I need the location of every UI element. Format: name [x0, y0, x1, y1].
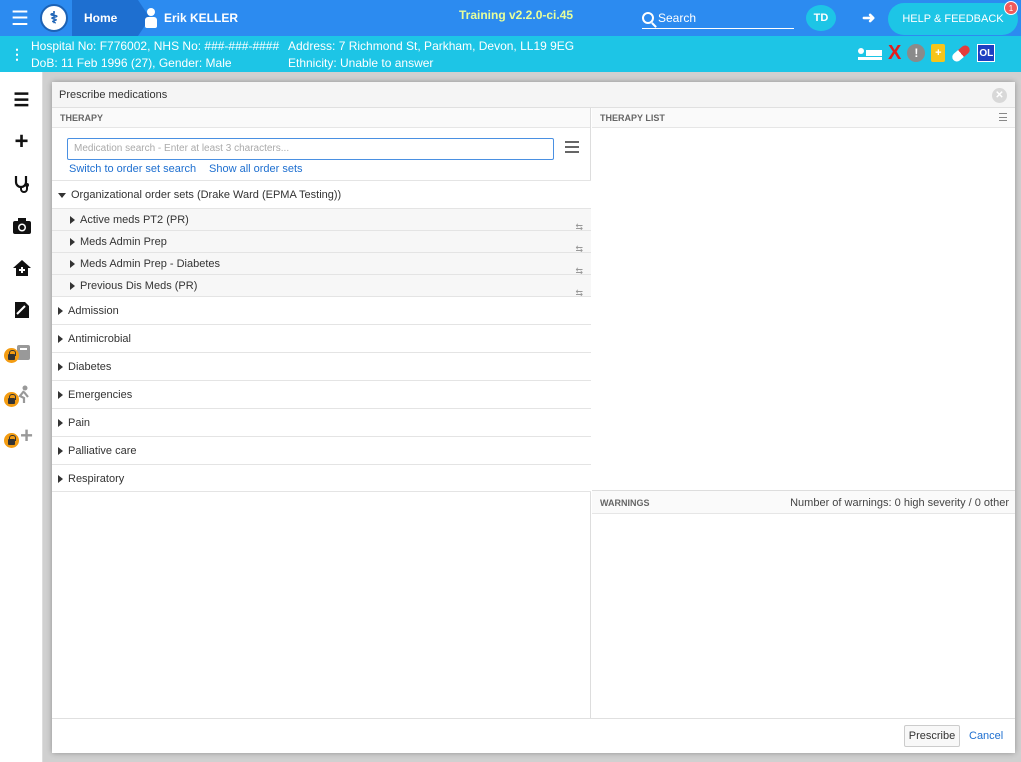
logout-icon[interactable]: ➜ — [862, 8, 875, 28]
help-notification-badge: 1 — [1004, 1, 1018, 15]
bed-icon[interactable] — [858, 46, 882, 60]
caret-right-icon — [70, 260, 75, 269]
alert-icon[interactable]: ! — [907, 44, 926, 62]
warnings-header: WARNINGS Number of warnings: 0 high seve… — [592, 490, 1015, 514]
date-of-birth: DoB: 11 Feb 1996 (27), Gender: Male — [31, 56, 232, 70]
caret-right-icon — [58, 391, 63, 400]
hospital-number: Hospital No: F776002, NHS No: ###-###-##… — [31, 39, 280, 53]
hamburger-menu-icon[interactable]: ☰ — [0, 0, 40, 36]
medication-search-input[interactable]: Medication search - Enter at least 3 cha… — [67, 138, 554, 160]
show-all-order-sets-link[interactable]: Show all order sets — [209, 163, 303, 175]
order-set-label: Meds Admin Prep - Diabetes — [80, 258, 221, 270]
breadcrumb-home[interactable]: Home — [72, 0, 150, 36]
org-order-sets-group[interactable]: Organizational order sets (Drake Ward (E… — [52, 180, 591, 208]
close-icon[interactable]: ✕ — [992, 88, 1007, 103]
ol-badge[interactable]: OL — [977, 44, 996, 62]
stethoscope-icon[interactable] — [0, 164, 43, 204]
sign-document-icon[interactable] — [0, 290, 43, 330]
group-label: Admission — [68, 305, 119, 317]
order-set-tree: Organizational order sets (Drake Ward (E… — [52, 180, 591, 492]
caret-right-icon — [58, 363, 63, 372]
list-icon[interactable]: ☰ — [0, 80, 43, 120]
order-set-label: Active meds PT2 (PR) — [80, 214, 189, 226]
cancel-button[interactable]: Cancel — [969, 730, 1003, 742]
dialog-title: Prescribe medications — [52, 82, 1015, 108]
group-label: Diabetes — [68, 361, 112, 373]
caret-right-icon — [58, 307, 63, 316]
locked-clipboard-icon[interactable] — [0, 332, 43, 372]
lock-icon — [4, 348, 19, 363]
patient-ethnicity: Ethnicity: Unable to answer — [288, 56, 434, 70]
camera-icon[interactable] — [0, 206, 43, 246]
lock-icon — [4, 433, 19, 448]
user-avatar[interactable]: TD — [806, 5, 836, 31]
dialog-footer: Prescribe Cancel — [52, 718, 1015, 753]
patient-address: Address: 7 Richmond St, Parkham, Devon, … — [288, 39, 575, 53]
order-set-item[interactable]: Meds Admin Prep ⇆ — [52, 230, 591, 254]
home-icon[interactable] — [0, 248, 43, 288]
order-set-item[interactable]: Meds Admin Prep - Diabetes ⇆ — [52, 252, 591, 276]
order-set-label: Meds Admin Prep — [80, 236, 167, 248]
group-label: Palliative care — [68, 445, 137, 457]
breadcrumb-patient[interactable]: Erik KELLER — [144, 0, 238, 36]
caret-right-icon — [58, 335, 63, 344]
group-label: Organizational order sets (Drake Ward (E… — [71, 189, 342, 201]
prescribe-button[interactable]: Prescribe — [904, 725, 960, 747]
top-bar: ☰ ⚕ Home Erik KELLER Training v2.2.0-ci.… — [0, 0, 1021, 36]
app-logo: ⚕ — [40, 4, 68, 32]
help-feedback-button[interactable]: HELP & FEEDBACK — [888, 3, 1018, 35]
caret-right-icon — [58, 447, 63, 456]
pill-icon[interactable] — [950, 43, 972, 63]
list-options-icon[interactable] — [999, 113, 1007, 121]
patient-name: Erik KELLER — [164, 11, 239, 25]
warnings-title: WARNINGS — [600, 498, 650, 508]
group-palliative-care[interactable]: Palliative care — [52, 436, 591, 464]
patient-status-icons: X ! + OL — [858, 43, 996, 63]
search-label: Search — [658, 11, 697, 25]
caret-right-icon — [58, 475, 63, 484]
group-antimicrobial[interactable]: Antimicrobial — [52, 324, 591, 352]
therapy-pane: THERAPY Medication search - Enter at lea… — [52, 108, 591, 718]
lock-icon — [4, 392, 19, 407]
locked-transfer-icon[interactable] — [0, 374, 43, 414]
group-label: Respiratory — [68, 473, 125, 485]
switch-order-set-link[interactable]: Switch to order set search — [69, 163, 196, 175]
group-label: Antimicrobial — [68, 333, 131, 345]
close-red-icon[interactable]: X — [888, 43, 901, 63]
global-search[interactable]: Search — [642, 8, 794, 29]
search-icon — [642, 12, 654, 24]
therapy-list-header: THERAPY LIST — [592, 108, 1015, 128]
warnings-count: Number of warnings: 0 high severity / 0 … — [790, 497, 1009, 509]
therapy-header: THERAPY — [52, 108, 590, 128]
patient-banner: ⋮ Hospital No: F776002, NHS No: ###-###-… — [0, 36, 1021, 72]
therapy-list-area — [592, 128, 1015, 490]
group-respiratory[interactable]: Respiratory — [52, 464, 591, 492]
group-label: Pain — [68, 417, 91, 429]
group-admission[interactable]: Admission — [52, 296, 591, 324]
caret-right-icon — [70, 282, 75, 291]
caret-right-icon — [70, 216, 75, 225]
group-pain[interactable]: Pain — [52, 408, 591, 436]
home-label: Home — [84, 11, 118, 25]
order-set-item[interactable]: Previous Dis Meds (PR) ⇆ — [52, 274, 591, 298]
locked-add-icon[interactable]: + — [0, 416, 43, 456]
therapy-list-title: THERAPY LIST — [600, 113, 665, 123]
caret-down-icon — [58, 192, 66, 198]
person-icon — [144, 8, 158, 28]
caret-right-icon — [70, 238, 75, 247]
group-label: Emergencies — [68, 389, 133, 401]
group-emergencies[interactable]: Emergencies — [52, 380, 591, 408]
left-navigation: ☰ + + — [0, 72, 43, 762]
clipboard-icon[interactable]: + — [931, 44, 946, 62]
more-options-icon[interactable]: ⋮ — [10, 46, 24, 63]
therapy-list-pane: THERAPY LIST WARNINGS Number of warnings… — [592, 108, 1015, 718]
group-diabetes[interactable]: Diabetes — [52, 352, 591, 380]
search-options-menu-icon[interactable] — [565, 141, 579, 153]
order-set-item[interactable]: Active meds PT2 (PR) ⇆ — [52, 208, 591, 232]
add-icon[interactable]: + — [0, 122, 43, 162]
caret-right-icon — [58, 419, 63, 428]
version-label: Training v2.2.0-ci.45 — [459, 8, 574, 22]
order-set-label: Previous Dis Meds (PR) — [80, 280, 198, 292]
prescribe-medications-dialog: Prescribe medications ✕ THERAPY Medicati… — [52, 82, 1015, 753]
